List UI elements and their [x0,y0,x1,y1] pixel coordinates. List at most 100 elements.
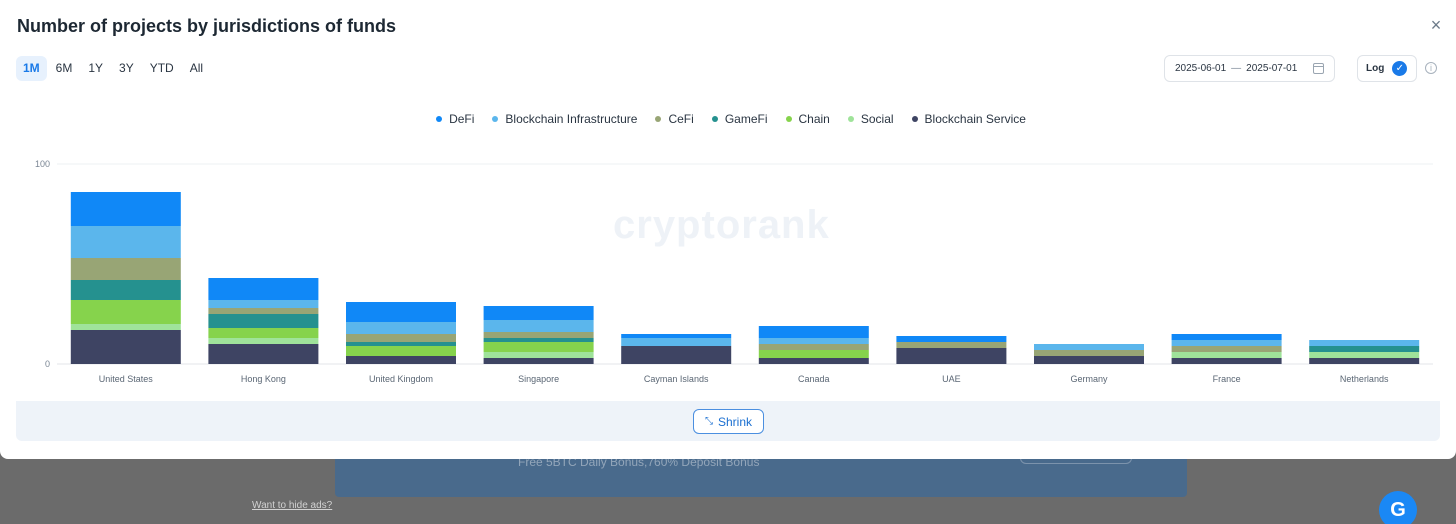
bar-segment[interactable] [346,356,456,364]
bar-segment[interactable] [208,328,319,338]
bar-segment[interactable] [758,344,869,350]
bar-segment[interactable] [896,348,1007,364]
legend-item[interactable]: DeFi [436,112,474,126]
bar-segment[interactable] [70,192,181,226]
bar-segment[interactable] [1034,356,1144,364]
legend-label: DeFi [449,112,475,126]
y-tick-label: 0 [45,359,50,369]
bar-segment[interactable] [896,342,1007,348]
x-tick-label: France [1213,374,1241,384]
close-icon[interactable]: × [1426,15,1446,35]
legend-item[interactable]: Chain [785,112,830,126]
x-tick-label: Hong Kong [241,374,286,384]
bar-segment[interactable] [483,332,594,338]
legend-dot [911,116,918,122]
bar-segment[interactable] [208,344,319,364]
bar-segment[interactable] [70,258,181,280]
bar-segment[interactable] [1171,352,1282,358]
range-tabs: 1M 6M 1Y 3Y YTD All [16,56,210,81]
bar-segment[interactable] [483,338,594,342]
bar-segment[interactable] [621,338,732,346]
modal-title: Number of projects by jurisdictions of f… [17,16,397,36]
legend-dot [847,116,854,122]
chart-modal: Number of projects by jurisdictions of f… [0,0,1456,459]
x-tick-label: Germany [1070,374,1108,384]
bar-segment[interactable] [483,352,594,358]
legend-dot [655,116,662,122]
x-tick-label: UAE [942,374,961,384]
calendar-icon [1313,63,1324,74]
bar-segment[interactable] [483,358,594,364]
bar-segment[interactable] [1171,340,1282,346]
x-tick-label: United Kingdom [369,374,433,384]
bar-segment[interactable] [1309,358,1420,364]
range-tab-1y[interactable]: 1Y [81,56,110,81]
bar-segment[interactable] [483,306,594,320]
legend-item[interactable]: Social [847,112,894,126]
legend-label: Blockchain Infrastructure [505,112,638,126]
bar-segment[interactable] [208,338,319,344]
legend-label: Blockchain Service [924,112,1026,126]
bar-segment[interactable] [346,302,456,322]
bar-segment[interactable] [1309,340,1420,346]
range-tab-1m[interactable]: 1M [16,56,47,81]
log-scale-toggle[interactable]: Log ✓ [1357,55,1417,82]
chart-legend: DeFi Blockchain Infrastructure CeFi GameFi C… [0,112,1456,126]
legend-item[interactable]: GameFi [711,112,768,126]
bar-segment[interactable] [208,278,319,300]
bar-segment[interactable] [621,334,732,338]
bar-segment[interactable] [208,308,319,314]
bar-segment[interactable] [208,300,319,308]
bar-segment[interactable] [1034,350,1144,356]
legend-item[interactable]: Blockchain Service [911,112,1026,126]
bar-segment[interactable] [758,358,869,364]
x-tick-label: Cayman Islands [644,374,709,384]
bar-segment[interactable] [70,300,181,324]
x-tick-label: Canada [798,374,830,384]
bar-segment[interactable] [1309,352,1420,358]
bar-segment[interactable] [70,226,181,258]
bar-segment[interactable] [483,320,594,332]
legend-dot [711,116,718,122]
bar-segment[interactable] [346,334,456,342]
shrink-button[interactable]: ⤡ Shrink [693,409,764,434]
info-icon[interactable]: i [1425,62,1437,74]
x-tick-label: United States [99,374,154,384]
bar-segment[interactable] [483,342,594,352]
bar-segment[interactable] [1171,334,1282,340]
bar-segment[interactable] [621,346,732,364]
bar-segment[interactable] [346,346,456,356]
date-range-picker[interactable]: 2025-06-01 — 2025-07-01 [1164,55,1335,82]
legend-item[interactable]: CeFi [655,112,694,126]
bar-segment[interactable] [208,314,319,328]
y-tick-label: 100 [35,159,50,169]
bar-segment[interactable] [346,322,456,334]
bar-segment[interactable] [758,338,869,344]
legend-label: CeFi [668,112,694,126]
hide-ads-link[interactable]: Want to hide ads? [252,500,332,511]
bar-segment[interactable] [1034,344,1144,350]
range-tab-ytd[interactable]: YTD [143,56,181,81]
cryptorank-logo-icon[interactable]: G [1379,491,1417,524]
legend-label: Social [860,112,894,126]
bar-segment[interactable] [758,326,869,338]
legend-label: GameFi [724,112,768,126]
stacked-bar-chart: 100 0 United States Hong Kong United Kingdom… [35,159,1433,384]
bar-segment[interactable] [70,324,181,330]
bar-segment[interactable] [1171,346,1282,352]
legend-label: Chain [798,112,830,126]
bar-segment[interactable] [1309,346,1420,352]
bar-segment[interactable] [70,330,181,364]
bar-segment[interactable] [1171,358,1282,364]
bar-segment[interactable] [896,336,1007,342]
range-tab-6m[interactable]: 6M [49,56,80,81]
legend-dot [436,116,443,122]
bar-segment[interactable] [758,350,869,358]
bar-segment[interactable] [346,342,456,346]
range-tab-3y[interactable]: 3Y [112,56,141,81]
check-icon: ✓ [1392,61,1408,76]
x-tick-label: Singapore [518,374,559,384]
legend-item[interactable]: Blockchain Infrastructure [492,112,637,126]
bar-segment[interactable] [70,280,181,300]
range-tab-all[interactable]: All [183,56,210,81]
